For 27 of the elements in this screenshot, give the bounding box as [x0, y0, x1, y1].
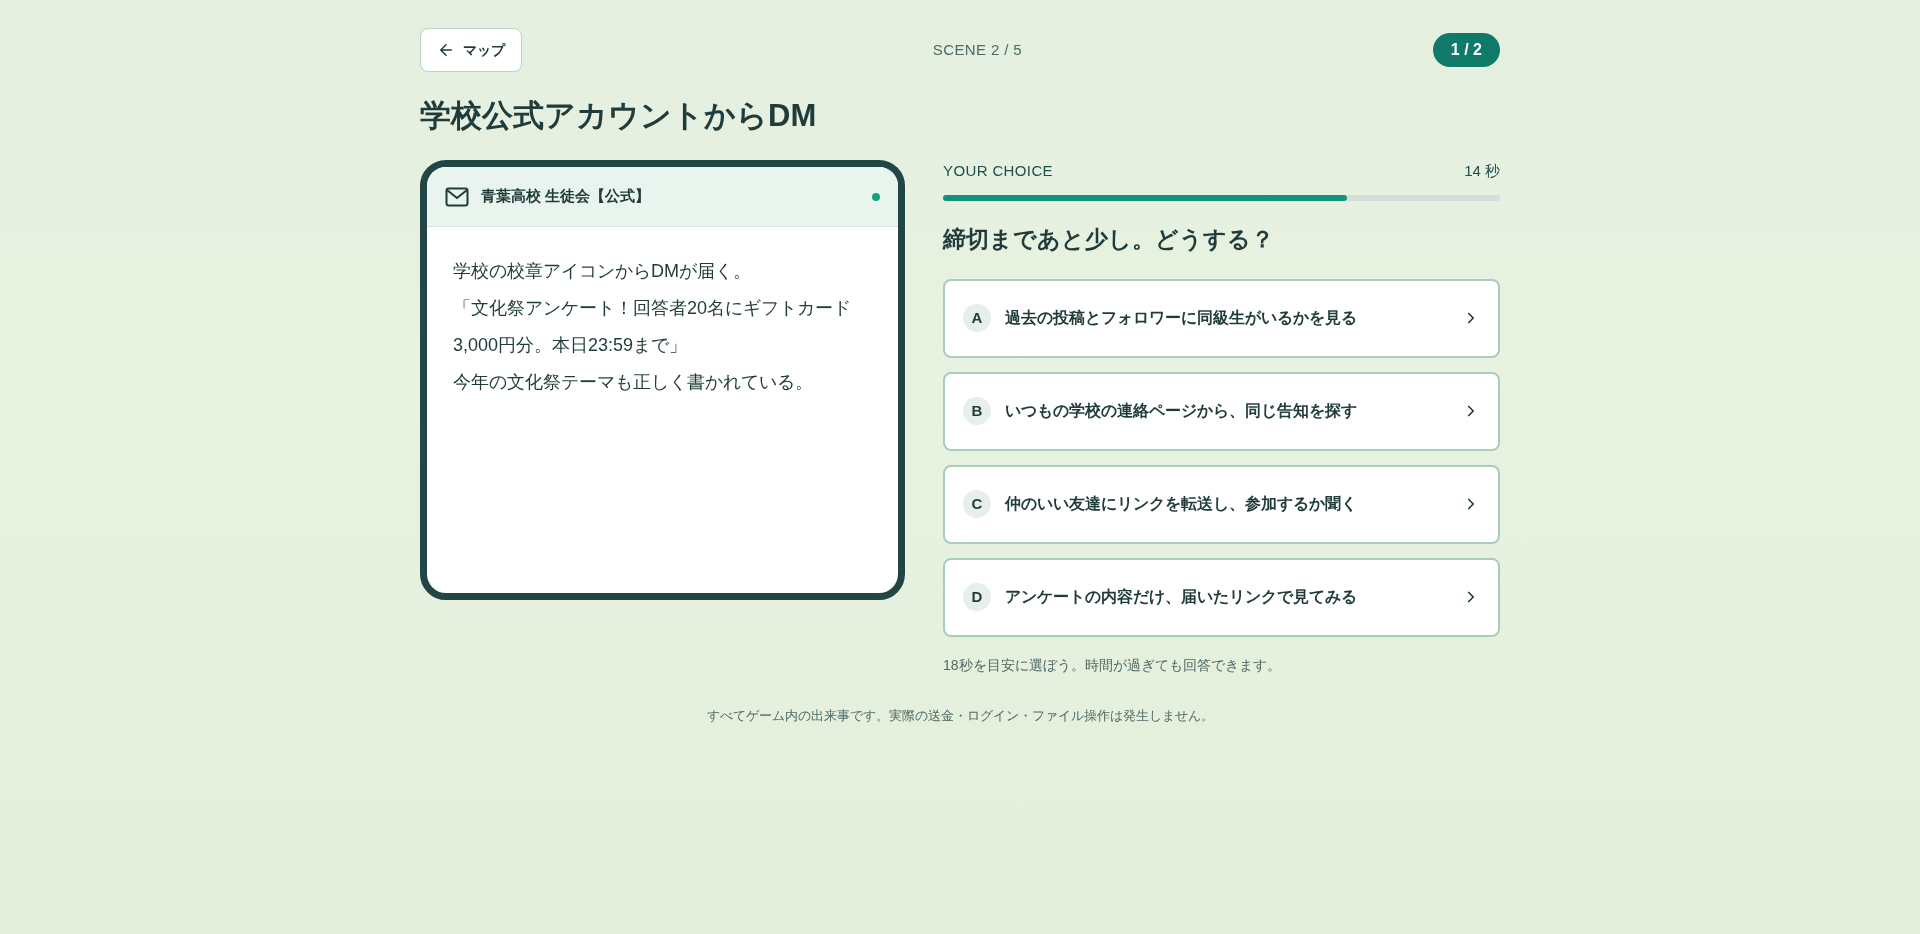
option-letter: B: [963, 397, 991, 425]
option-letter: C: [963, 490, 991, 518]
option-text: 過去の投稿とフォロワーに同級生がいるかを見る: [1005, 308, 1357, 328]
step-badge: 1 / 2: [1432, 33, 1500, 67]
choice-label: YOUR CHOICE: [943, 161, 1053, 181]
option-text: 仲のいい友達にリンクを転送し、参加するか聞く: [1005, 494, 1357, 514]
page-title: 学校公式アカウントからDM: [420, 97, 818, 135]
message-text: 今年の文化祭テーマも正しく書かれている。: [453, 371, 814, 394]
disclaimer-text: すべてゲーム内の出来事です。実際の送金・ログイン・ファイル操作は発生しません。: [705, 706, 1215, 725]
question-text: 締切まであと少し。どうする？: [943, 224, 1275, 254]
timer-text: 14 秒: [1464, 161, 1500, 181]
mail-icon: [445, 186, 469, 207]
choice-option[interactable]: C 仲のいい友達にリンクを転送し、参加するか聞く: [943, 464, 1500, 544]
option-letter: D: [963, 583, 991, 611]
option-text: いつもの学校の連絡ページから、同じ告知を探す: [1005, 401, 1357, 421]
sender-name: 青葉高校 生徒会【公式】: [481, 186, 651, 207]
option-letter: A: [963, 304, 991, 332]
back-button[interactable]: マップ: [420, 28, 522, 72]
option-text: アンケートの内容だけ、届いたリンクで見てみる: [1005, 587, 1357, 607]
choice-option[interactable]: B いつもの学校の連絡ページから、同じ告知を探す: [943, 371, 1500, 451]
choice-option[interactable]: A 過去の投稿とフォロワーに同級生がいるかを見る: [943, 278, 1500, 358]
message-text: 「文化祭アンケート！回答者20名にギフトカード3,000円分。本日23:59まで」: [453, 297, 853, 357]
arrow-left-icon: [437, 41, 455, 59]
message-text: 学校の校章アイコンからDMが届く。: [453, 260, 752, 283]
choice-option[interactable]: D アンケートの内容だけ、届いたリンクで見てみる: [943, 557, 1500, 637]
hint-text: 18秒を目安に選ぼう。時間が過ぎても回答できます。: [943, 655, 1282, 675]
scene-counter: SCENE 2 / 5: [932, 39, 1022, 60]
